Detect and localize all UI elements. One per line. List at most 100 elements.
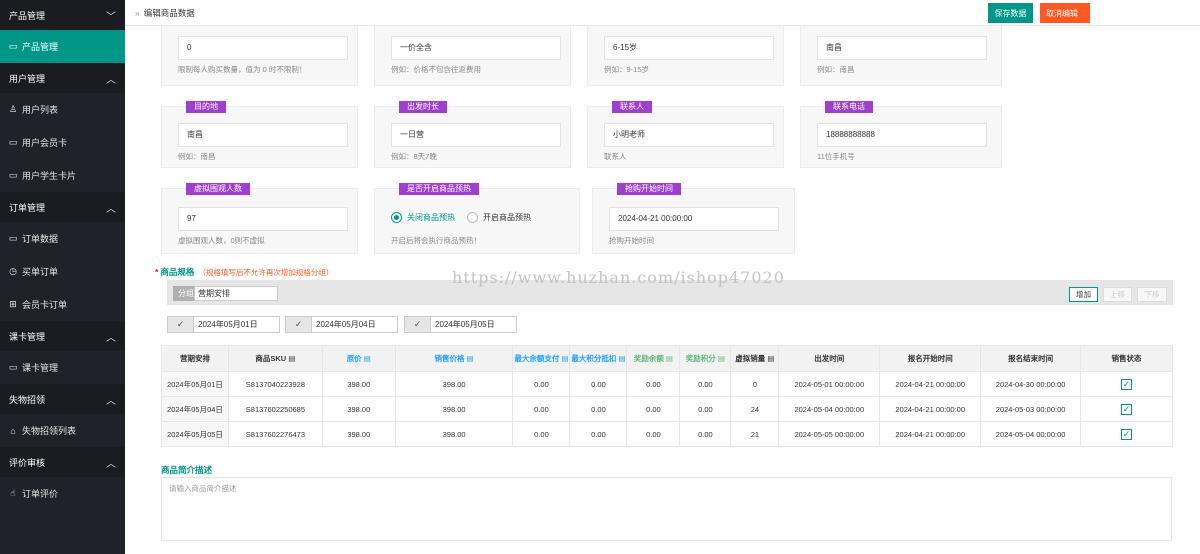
preheat-off-radio[interactable]: 关闭商品预热 [391, 212, 455, 223]
edit-icon[interactable]: ▤ [288, 354, 295, 363]
duration-input[interactable]: 一日营 [391, 123, 561, 147]
table-cell-input[interactable]: 0.00 [626, 371, 681, 397]
edit-icon[interactable]: ▤ [618, 354, 625, 363]
edit-icon[interactable]: ▤ [561, 354, 568, 363]
edit-icon[interactable]: ▤ [666, 354, 673, 363]
preheat-on-radio[interactable]: 开启商品预热 [467, 212, 531, 223]
table-cell-input[interactable]: 398.00 [394, 396, 514, 422]
table-cell-input[interactable]: 398.00 [394, 371, 514, 397]
sidebar-item-label: 买单订单 [22, 267, 59, 277]
table-cell-input[interactable]: 2024-05-05 00:00:00 [778, 421, 881, 447]
table-cell-input[interactable]: 2024-05-04 00:00:00 [980, 421, 1082, 447]
table-cell-input[interactable]: 0 [730, 371, 780, 397]
table-cell-input[interactable]: 0.00 [626, 421, 681, 447]
table-cell-input[interactable]: 2024-05-01 00:00:00 [778, 371, 881, 397]
sidebar-item-order-review[interactable]: ☝ 订单评价 [0, 477, 125, 510]
table-cell-input[interactable]: 398.00 [394, 421, 514, 447]
table-cell-input[interactable]: 0.00 [569, 396, 628, 422]
edit-icon[interactable]: ▤ [467, 354, 474, 363]
table-cell-input[interactable]: 2024-05-03 00:00:00 [980, 396, 1082, 422]
sidebar-item-lost-list[interactable]: ⌂ 失物招领列表 [0, 414, 125, 447]
price-type-input[interactable]: 一价全含 [391, 36, 561, 60]
group-name-input[interactable]: 营期安排 [194, 286, 278, 301]
table-cell-input[interactable]: S8137602250685 [227, 396, 323, 422]
move-up-button[interactable]: 上移 [1103, 287, 1132, 302]
spec-value-date-2[interactable]: ✓ 2024年05月04日 [285, 316, 398, 333]
sidebar-group-user[interactable]: 用户管理 ︿ [0, 63, 125, 93]
sidebar-group-course[interactable]: 课卡管理 ︿ [0, 321, 125, 351]
table-cell-input[interactable]: 398.00 [321, 421, 396, 447]
sidebar-item-pay-order[interactable]: ◷ 买单订单 [0, 255, 125, 288]
card-icon: ▭ [8, 170, 18, 180]
sidebar-item-student-card[interactable]: ▭ 用户学生卡片 [0, 159, 125, 192]
sidebar-group-lost[interactable]: 失物招领 ︿ [0, 384, 125, 414]
sidebar-group-review[interactable]: 评价审核 ︿ [0, 447, 125, 477]
sidebar-group-order[interactable]: 订单管理 ︿ [0, 192, 125, 222]
spec-value-date-3[interactable]: ✓ 2024年05月05日 [404, 316, 517, 333]
save-button[interactable]: 保存数据 [988, 3, 1033, 23]
table-cell-input[interactable]: 2024-04-30 00:00:00 [980, 371, 1082, 397]
move-down-button[interactable]: 下移 [1137, 287, 1167, 302]
chevron-up-icon: ︿ [106, 395, 116, 407]
table-cell-input[interactable]: 0.00 [679, 396, 732, 422]
table-cell-input[interactable]: 0.00 [569, 371, 628, 397]
sidebar-item-order-data[interactable]: ▭ 订单数据 [0, 222, 125, 255]
check-icon[interactable]: ✓ [286, 317, 312, 332]
sidebar-group-product[interactable]: 产品管理 ﹀ [0, 0, 125, 30]
sale-status-checkbox[interactable]: ✓ [1121, 428, 1133, 440]
origin-input[interactable]: 南昌 [817, 36, 987, 60]
table-cell-input[interactable]: 0.00 [679, 371, 732, 397]
table-cell-input[interactable]: 0.00 [512, 396, 571, 422]
edit-icon[interactable]: ▤ [364, 354, 371, 363]
spec-value-date-1[interactable]: ✓ 2024年05月01日 [167, 316, 280, 333]
spec-title-text: 商品规格 [160, 267, 195, 277]
sidebar-item-label: 会员卡订单 [22, 300, 68, 310]
table-cell-input[interactable]: 0.00 [512, 371, 571, 397]
contact-input[interactable]: 小明老师 [604, 123, 774, 147]
spec-value-label: 2024年05月04日 [316, 320, 376, 329]
column-header: 营期安排 [161, 345, 229, 372]
table-cell-input[interactable]: 24 [730, 396, 780, 422]
column-header-label: 原价 [346, 354, 362, 363]
table-cell-input[interactable]: S8137040223928 [227, 371, 323, 397]
sidebar-item-card-order[interactable]: ⊞ 会员卡订单 [0, 288, 125, 321]
destination-input[interactable]: 南昌 [178, 123, 348, 147]
table-cell-input[interactable]: 2024-04-21 00:00:00 [879, 396, 982, 422]
cancel-button[interactable]: 取消编辑 [1040, 3, 1090, 23]
table-cell-input[interactable]: 0.00 [679, 421, 732, 447]
check-icon[interactable]: ✓ [405, 317, 431, 332]
sidebar-item-course-card[interactable]: ▭ 课卡管理 [0, 351, 125, 384]
sidebar-group-label: 失物招领 [9, 394, 46, 405]
table-cell-input[interactable]: S8137602276473 [227, 421, 323, 447]
phone-input[interactable]: 18888888888 [817, 123, 987, 147]
table-cell-input[interactable]: 398.00 [321, 396, 396, 422]
table-cell-input[interactable]: 0.00 [569, 421, 628, 447]
field-tag: 虚拟围观人数 [186, 183, 250, 195]
add-spec-button[interactable]: 增加 [1069, 287, 1098, 302]
age-input[interactable]: 6-15岁 [604, 36, 774, 60]
sale-status-checkbox[interactable]: ✓ [1121, 378, 1133, 390]
radio-label: 关闭商品预热 [407, 213, 455, 222]
table-cell-input[interactable]: 2024-05-04 00:00:00 [778, 396, 881, 422]
check-icon[interactable]: ✓ [168, 317, 194, 332]
table-cell-input[interactable]: 21 [730, 421, 780, 447]
sidebar-item-product[interactable]: ▭ 产品管理 [0, 30, 125, 63]
sale-status-checkbox[interactable]: ✓ [1121, 403, 1133, 415]
field-tag: 抢购开始时间 [617, 183, 681, 195]
sidebar-item-user-list[interactable]: ♙ 用户列表 [0, 93, 125, 126]
table-cell-input[interactable]: 2024-04-21 00:00:00 [879, 371, 982, 397]
calendar-icon: ▭ [8, 233, 18, 243]
table-cell-input[interactable]: 0.00 [512, 421, 571, 447]
table-cell-input[interactable]: 0.00 [626, 396, 681, 422]
start-time-input[interactable]: 2024-04-21 00:00:00 [609, 207, 779, 231]
table-cell-input[interactable]: 2024-04-21 00:00:00 [879, 421, 982, 447]
column-header: 销售价格 ▤ [394, 345, 514, 372]
description-textarea[interactable]: 请输入商品简介描述 [161, 477, 1172, 541]
virtual-viewers-input[interactable]: 97 [178, 207, 348, 231]
edit-icon[interactable]: ▤ [767, 354, 774, 363]
limit-input[interactable]: 0 [178, 36, 348, 60]
sidebar-item-member-card[interactable]: ▭ 用户会员卡 [0, 126, 125, 159]
edit-icon[interactable]: ▤ [718, 354, 725, 363]
table-cell-input[interactable]: 398.00 [321, 371, 396, 397]
field-hint: 例如：8天7晚 [391, 152, 437, 161]
